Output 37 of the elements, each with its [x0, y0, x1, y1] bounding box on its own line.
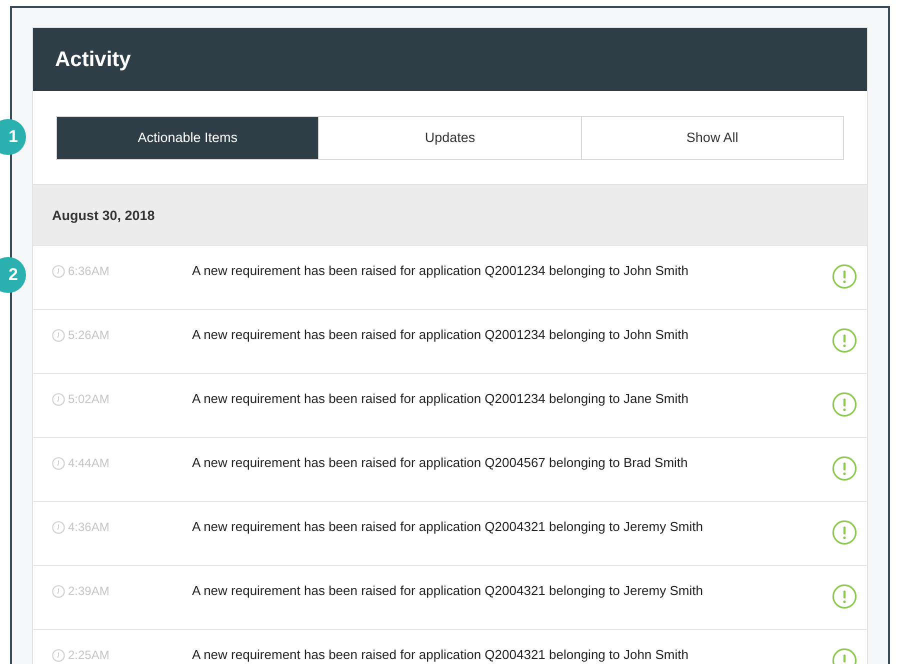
activity-message: A new requirement has been raised for application Q2001234 belonging to John Smith [192, 327, 690, 342]
clock-icon [52, 584, 65, 598]
alert-icon [832, 520, 857, 545]
activity-row[interactable]: 5:02AM A new requirement has been raised for application Q2001234 belonging to Jane Smith [33, 373, 867, 437]
clock-icon [52, 648, 65, 662]
activity-message: A new requirement has been raised for application Q2004567 belonging to Brad Smith [192, 455, 689, 470]
time-label: 6:36AM [68, 264, 110, 278]
alert-icon [832, 456, 857, 481]
time-label: 5:02AM [68, 392, 110, 406]
activity-row[interactable]: 4:44AM A new requirement has been raised for application Q2004567 belonging to Brad Smith [33, 437, 867, 501]
clock-icon [52, 328, 65, 342]
time-label: 2:39AM [68, 584, 110, 598]
activity-row[interactable]: 5:26AM A new requirement has been raised for application Q2001234 belonging to John Smith [33, 309, 867, 373]
alert-icon [832, 392, 857, 417]
time-label: 4:44AM [68, 456, 110, 470]
alert-icon [832, 584, 857, 609]
clock-icon [52, 264, 65, 278]
alert-icon [832, 264, 857, 289]
clock-icon [52, 392, 65, 406]
activity-row[interactable]: 4:36AM A new requirement has been raised for application Q2004321 belonging to Jeremy Smith [33, 501, 867, 565]
time-label: 5:26AM [68, 328, 110, 342]
activity-message: A new requirement has been raised for application Q2001234 belonging to John Smith [192, 263, 690, 278]
activity-message: A new requirement has been raised for application Q2004321 belonging to John Smith [192, 647, 690, 662]
activity-row[interactable]: 2:39AM A new requirement has been raised for application Q2004321 belonging to Jeremy Smith [33, 565, 867, 629]
date-heading: August 30, 2018 [52, 208, 155, 222]
clock-icon [52, 456, 65, 470]
time-label: 2:25AM [68, 648, 110, 662]
activity-row[interactable]: 2:25AM A new requirement has been raised for application Q2004321 belonging to John Smith [33, 629, 867, 664]
activity-message: A new requirement has been raised for application Q2001234 belonging to Jane Smith [192, 391, 690, 406]
filter-tab[interactable]: Actionable Items [57, 116, 318, 158]
time-label: 4:36AM [68, 520, 110, 534]
activity-message: A new requirement has been raised for application Q2004321 belonging to Jeremy Smith [192, 583, 704, 598]
activity-row[interactable]: 6:36AM A new requirement has been raised for application Q2001234 belonging to John Smith [33, 245, 867, 309]
panel-title: Activity [55, 48, 131, 72]
alert-icon [832, 328, 857, 353]
clock-icon [52, 520, 65, 534]
activity-message: A new requirement has been raised for application Q2004321 belonging to Jeremy Smith [192, 519, 704, 534]
